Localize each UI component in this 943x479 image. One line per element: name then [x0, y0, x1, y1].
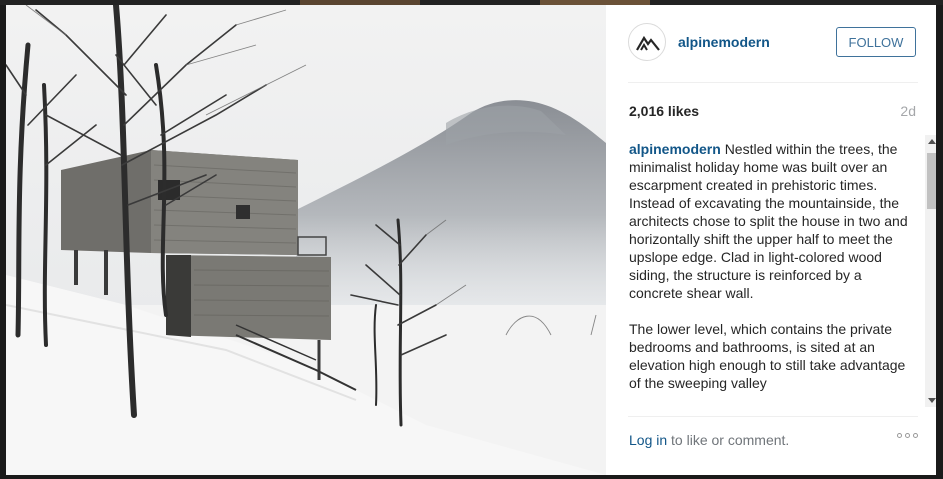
username-link[interactable]: alpinemodern	[678, 34, 770, 50]
header-divider	[628, 82, 918, 83]
post-sidebar: alpinemodern FOLLOW 2,016 likes 2d alpin…	[606, 5, 936, 475]
dot	[897, 433, 902, 438]
scrollbar-thumb[interactable]	[927, 153, 936, 209]
house-in-snow-image	[6, 5, 606, 475]
caption-username-link[interactable]: alpinemodern	[629, 141, 721, 157]
likes-count[interactable]: 2,016 likes	[629, 103, 699, 119]
caption-text: alpinemodern Nestled within the trees, t…	[629, 140, 912, 408]
follow-button[interactable]: FOLLOW	[836, 27, 916, 57]
login-prompt-text: to like or comment.	[667, 432, 790, 448]
scroll-down-arrow-icon[interactable]	[928, 398, 936, 403]
footer-divider	[628, 416, 918, 417]
post-modal: alpinemodern FOLLOW 2,016 likes 2d alpin…	[6, 5, 936, 475]
caption-scrollbar[interactable]	[925, 135, 936, 407]
dot	[913, 433, 918, 438]
login-prompt: Log in to like or comment.	[629, 432, 789, 448]
mountain-logo-icon[interactable]	[628, 23, 666, 61]
login-link[interactable]: Log in	[629, 432, 667, 448]
scroll-up-arrow-icon[interactable]	[928, 139, 936, 144]
more-options-icon[interactable]	[897, 433, 918, 438]
post-header: alpinemodern FOLLOW	[628, 23, 918, 65]
post-timestamp[interactable]: 2d	[900, 103, 916, 119]
dot	[905, 433, 910, 438]
caption-paragraph-2: The lower level, which contains the priv…	[629, 321, 906, 391]
post-photo[interactable]	[6, 5, 606, 475]
caption-paragraph-1: Nestled within the trees, the minimalist…	[629, 141, 908, 301]
